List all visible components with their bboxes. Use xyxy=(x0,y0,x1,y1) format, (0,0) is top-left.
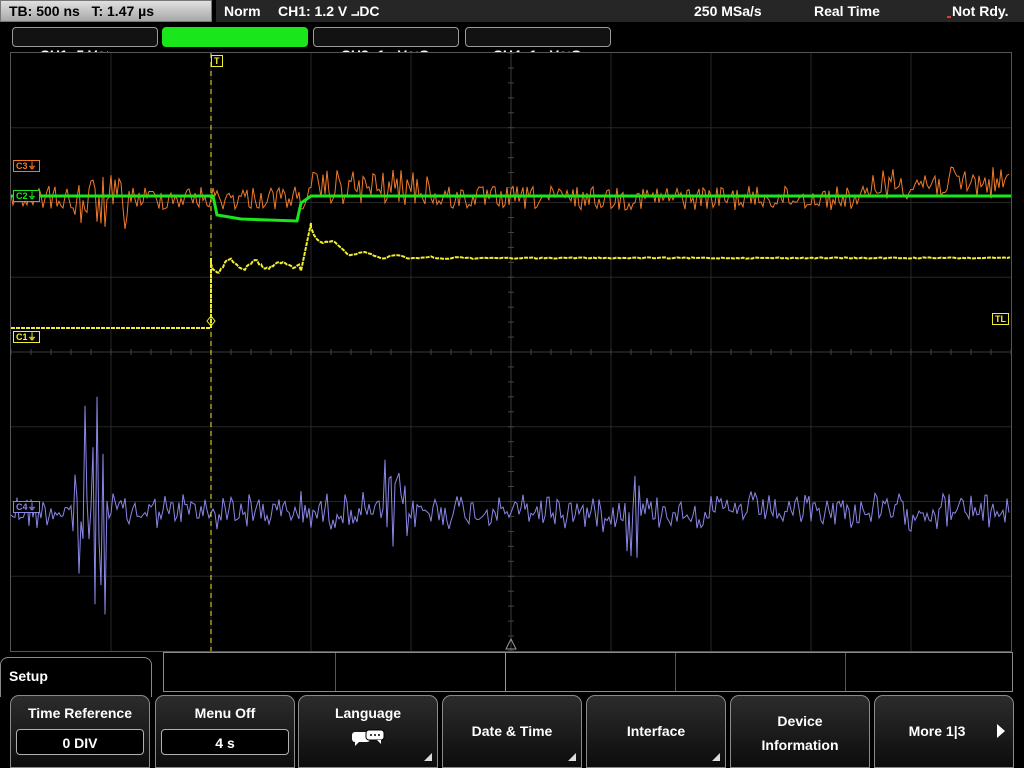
channel-tab-ch2[interactable]: CH2: 20 mV≅Ω xyxy=(162,27,308,63)
acquisition-mode: Real Time xyxy=(814,3,880,19)
channel-tab-ch3[interactable]: CH3: 1mV≅Ω xyxy=(313,27,459,63)
waveform-plot xyxy=(11,53,1011,651)
ch3-trace xyxy=(11,166,1010,229)
ch3-ground-marker[interactable]: C3⏚ xyxy=(13,160,40,172)
menu-off-value: 4 s xyxy=(161,729,289,755)
next-arrow-icon xyxy=(997,724,1005,738)
softkey-sub-strip xyxy=(163,652,1013,692)
time-reference-softkey[interactable]: Time Reference 0 DIV xyxy=(10,695,150,768)
interface-softkey[interactable]: Interface xyxy=(586,695,726,768)
trigger-level-marker[interactable]: TL xyxy=(992,313,1009,325)
menu-title-tab: Setup xyxy=(0,657,152,697)
sub-strip-divider xyxy=(675,653,676,691)
softkey-label: Date & Time xyxy=(471,723,553,739)
device-information-softkey[interactable]: Device Information xyxy=(730,695,870,768)
date-time-softkey[interactable]: Date & Time xyxy=(442,695,582,768)
menu-title: Setup xyxy=(9,668,48,684)
language-softkey[interactable]: Language xyxy=(298,695,438,768)
ch4-ground-marker[interactable]: C4⏚ xyxy=(13,501,40,513)
speech-bubbles-icon xyxy=(352,729,385,746)
submenu-corner-icon xyxy=(424,753,432,761)
sub-strip-divider xyxy=(845,653,846,691)
sub-strip-divider xyxy=(335,653,336,691)
trigger-position-marker[interactable]: T xyxy=(211,55,223,67)
softkey-label-line2: Information xyxy=(761,737,839,753)
softkey-label: Language xyxy=(334,705,402,721)
more-softkey[interactable]: More 1|3 xyxy=(874,695,1014,768)
waveform-display[interactable]: C3⏚ C2⏚ C1⏚ C4⏚ TL T xyxy=(10,52,1012,652)
ch4-trace xyxy=(11,396,1010,615)
softkey-label: Interface xyxy=(626,723,686,739)
time-reference-value: 0 DIV xyxy=(16,729,144,755)
trigger-state: Not Rdy. xyxy=(947,0,1009,22)
timebase-readout[interactable]: TB: 500 ns T: 1.47 µs xyxy=(0,0,212,22)
softkey-label: Menu Off xyxy=(194,705,256,721)
submenu-corner-icon xyxy=(712,753,720,761)
trigger-readout[interactable]: CH1: 1.2 V ⨼DC xyxy=(278,0,380,22)
ch1-ground-marker[interactable]: C1⏚ xyxy=(13,331,40,343)
channel-tab-ch1[interactable]: CH1: 5 V≅ xyxy=(12,27,158,63)
trigger-mode[interactable]: Norm xyxy=(224,0,261,22)
acquisition-status-strip: Norm CH1: 1.2 V ⨼DC 250 MSa/s Real Time … xyxy=(216,0,1024,22)
sample-rate: 250 MSa/s xyxy=(694,3,762,19)
top-status-bar: TB: 500 ns T: 1.47 µs Norm CH1: 1.2 V ⨼D… xyxy=(0,0,1024,24)
softkey-label: Time Reference xyxy=(27,705,132,721)
ch2-ground-marker[interactable]: C2⏚ xyxy=(13,190,40,202)
menu-off-softkey[interactable]: Menu Off 4 s xyxy=(155,695,295,768)
softkey-label: More 1|3 xyxy=(908,723,966,739)
channel-tab-ch4[interactable]: CH4: 1mV≅Ω xyxy=(465,27,611,63)
sub-strip-divider xyxy=(505,653,506,691)
softkey-label-line1: Device xyxy=(777,713,823,729)
submenu-corner-icon xyxy=(568,753,576,761)
softkey-label: Device Information xyxy=(731,709,869,757)
